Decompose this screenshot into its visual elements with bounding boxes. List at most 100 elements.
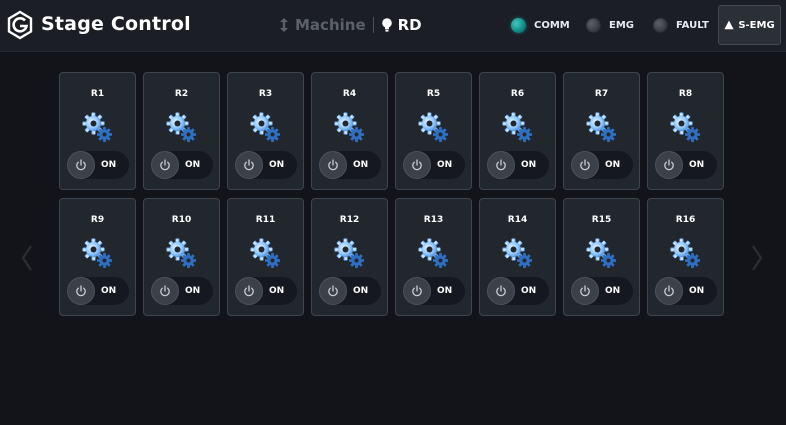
- chevron-left-icon[interactable]: [20, 244, 34, 272]
- gears-icon: [334, 238, 364, 268]
- relay-card-r2: R2 ON: [143, 72, 220, 190]
- power-knob: [403, 151, 431, 179]
- s-emg-button[interactable]: S-EMG: [718, 5, 781, 45]
- gears-icon: [250, 112, 280, 142]
- power-state-label: ON: [185, 160, 201, 170]
- power-knob: [487, 151, 515, 179]
- status-emg-indicator: [586, 17, 601, 33]
- power-state-label: ON: [101, 286, 117, 296]
- power-state-label: ON: [353, 286, 369, 296]
- power-knob: [655, 277, 683, 305]
- power-knob: [403, 277, 431, 305]
- mode-divider: [372, 17, 374, 33]
- power-toggle-r11[interactable]: ON: [235, 277, 297, 305]
- mode-rd[interactable]: RD: [381, 16, 422, 34]
- lightbulb-icon: [381, 18, 392, 32]
- gears-icon: [166, 112, 196, 142]
- gears-icon: [586, 238, 616, 268]
- power-icon: [664, 285, 674, 297]
- g-logo-icon: [7, 10, 33, 40]
- power-state-label: ON: [605, 286, 621, 296]
- s-emg-label: S-EMG: [738, 19, 775, 31]
- power-icon: [244, 285, 254, 297]
- power-toggle-r5[interactable]: ON: [403, 151, 465, 179]
- power-state-label: ON: [437, 160, 453, 170]
- power-icon: [496, 159, 506, 171]
- chevron-right-icon[interactable]: [750, 244, 764, 272]
- updown-arrow-icon: [280, 18, 288, 32]
- relay-card-r14: R14 ON: [479, 198, 556, 316]
- status-comm: COMM: [511, 16, 570, 34]
- gears-icon: [82, 112, 112, 142]
- power-state-label: ON: [689, 160, 705, 170]
- power-toggle-r10[interactable]: ON: [151, 277, 213, 305]
- power-toggle-r16[interactable]: ON: [655, 277, 717, 305]
- relay-label: R12: [339, 215, 360, 225]
- power-toggle-r9[interactable]: ON: [67, 277, 129, 305]
- relay-card-r11: R11 ON: [227, 198, 304, 316]
- power-knob: [67, 277, 95, 305]
- relay-card-r7: R7 ON: [563, 72, 640, 190]
- power-state-label: ON: [101, 160, 117, 170]
- gears-icon: [418, 112, 448, 142]
- relay-label: R7: [594, 89, 609, 99]
- power-toggle-r15[interactable]: ON: [571, 277, 633, 305]
- top-bar: Stage Control Machine RD COMM EMG FAULT: [0, 0, 786, 52]
- mode-machine-label: Machine: [295, 16, 366, 34]
- gears-icon: [586, 112, 616, 142]
- warning-triangle-icon: [724, 20, 734, 30]
- power-toggle-r7[interactable]: ON: [571, 151, 633, 179]
- power-knob: [235, 277, 263, 305]
- relay-label: R8: [678, 89, 693, 99]
- relay-label: R15: [591, 215, 612, 225]
- power-knob: [319, 151, 347, 179]
- mode-rd-label: RD: [397, 16, 422, 34]
- relay-card-r9: R9 ON: [59, 198, 136, 316]
- relay-card-r15: R15 ON: [563, 198, 640, 316]
- gears-icon: [502, 112, 532, 142]
- power-knob: [487, 277, 515, 305]
- relay-card-r6: R6 ON: [479, 72, 556, 190]
- gears-icon: [670, 112, 700, 142]
- relay-label: R13: [423, 215, 444, 225]
- relay-label: R14: [507, 215, 528, 225]
- status-emg: EMG: [586, 16, 634, 34]
- power-knob: [151, 151, 179, 179]
- power-toggle-r1[interactable]: ON: [67, 151, 129, 179]
- relay-card-r13: R13 ON: [395, 198, 472, 316]
- power-toggle-r14[interactable]: ON: [487, 277, 549, 305]
- relay-label: R3: [258, 89, 273, 99]
- power-icon: [328, 285, 338, 297]
- power-icon: [160, 159, 170, 171]
- relay-card-r8: R8 ON: [647, 72, 724, 190]
- power-toggle-r13[interactable]: ON: [403, 277, 465, 305]
- power-toggle-r3[interactable]: ON: [235, 151, 297, 179]
- power-state-label: ON: [521, 160, 537, 170]
- gears-icon: [670, 238, 700, 268]
- power-state-label: ON: [269, 160, 285, 170]
- power-state-label: ON: [521, 286, 537, 296]
- power-knob: [571, 151, 599, 179]
- status-fault-indicator: [653, 17, 668, 33]
- power-knob: [655, 151, 683, 179]
- power-toggle-r2[interactable]: ON: [151, 151, 213, 179]
- relay-card-r3: R3 ON: [227, 72, 304, 190]
- mode-machine[interactable]: Machine: [278, 16, 366, 34]
- power-icon: [412, 159, 422, 171]
- power-toggle-r4[interactable]: ON: [319, 151, 381, 179]
- status-fault-label: FAULT: [676, 19, 709, 31]
- power-icon: [496, 285, 506, 297]
- status-comm-indicator: [511, 17, 526, 33]
- relay-card-r5: R5 ON: [395, 72, 472, 190]
- power-toggle-r6[interactable]: ON: [487, 151, 549, 179]
- power-icon: [412, 285, 422, 297]
- power-icon: [328, 159, 338, 171]
- app-title: Stage Control: [41, 13, 191, 35]
- power-knob: [319, 277, 347, 305]
- gears-icon: [166, 238, 196, 268]
- gears-icon: [502, 238, 532, 268]
- gears-icon: [334, 112, 364, 142]
- relay-grid: R1 ON R2 ON R3 ON R4 ON R5 ON R6 ON R7 O…: [59, 72, 724, 316]
- power-toggle-r12[interactable]: ON: [319, 277, 381, 305]
- power-toggle-r8[interactable]: ON: [655, 151, 717, 179]
